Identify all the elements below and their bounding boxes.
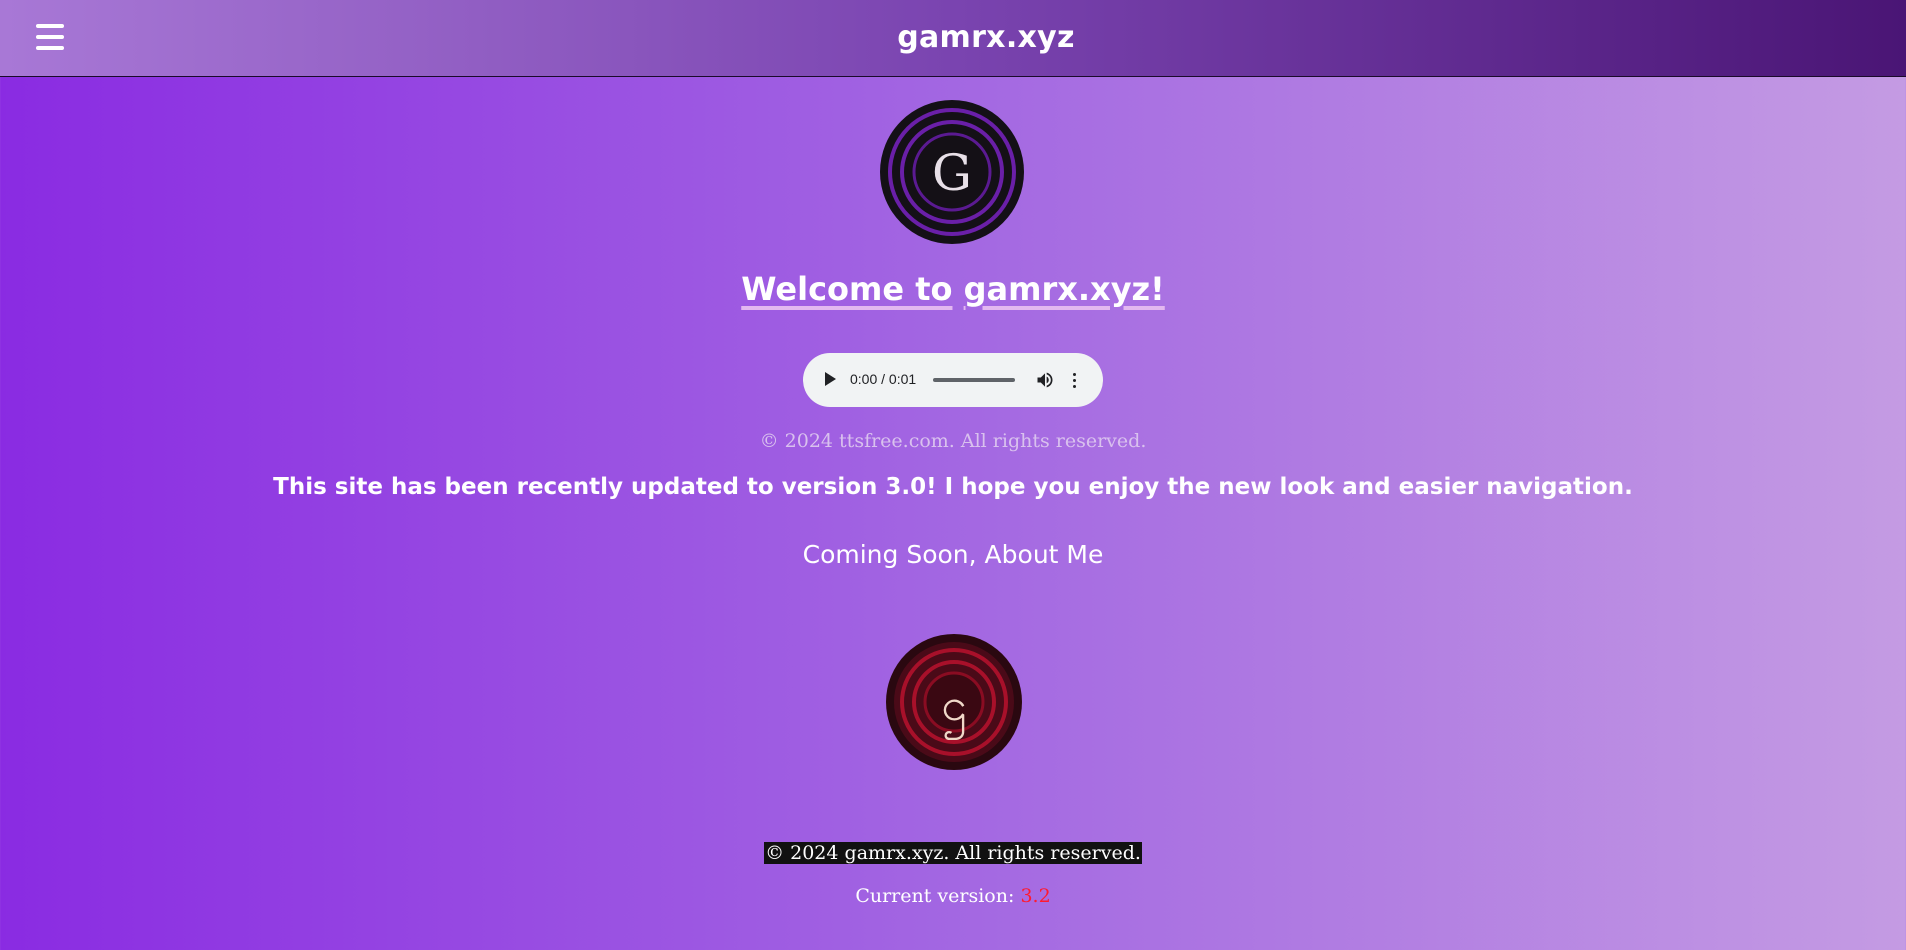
about-me-link[interactable]: About Me [985,540,1104,569]
audio-time: 0:00 / 0:01 [850,371,917,387]
welcome-heading: Welcome to gamrx.xyz! [0,270,1906,308]
update-message: This site has been recently updated to v… [273,474,1633,500]
version-label: Current version: [855,885,1015,907]
site-title: gamrx.xyz [897,20,1075,55]
version-number: 3.2 [1020,885,1051,907]
audio-progress-track[interactable] [933,378,1015,382]
site-copyright-text: © 2024 gamrx.xyz. All rights reserved. [764,842,1142,864]
site-header: gamrx.xyz [0,0,1906,77]
current-version: Current version: 3.2 [0,885,1906,907]
more-vertical-icon[interactable] [1071,370,1077,390]
red-logo-icon: ဌ [886,634,1022,770]
logo-letter: G [932,144,972,202]
audio-player: 0:00 / 0:01 [803,353,1103,407]
play-icon[interactable] [825,372,836,386]
link-separator: , [968,540,977,569]
gamrx-logo-icon: G [880,100,1024,244]
volume-icon[interactable] [1035,370,1055,390]
site-copyright: © 2024 gamrx.xyz. All rights reserved. [0,842,1906,864]
tts-copyright: © 2024 ttsfree.com. All rights reserved. [759,430,1147,452]
page-links: Coming Soon, About Me [0,540,1906,569]
coming-soon-link[interactable]: Coming Soon [803,540,969,569]
welcome-text-part1: Welcome to [741,270,953,308]
welcome-text-part2: gamrx.xyz! [963,270,1165,308]
